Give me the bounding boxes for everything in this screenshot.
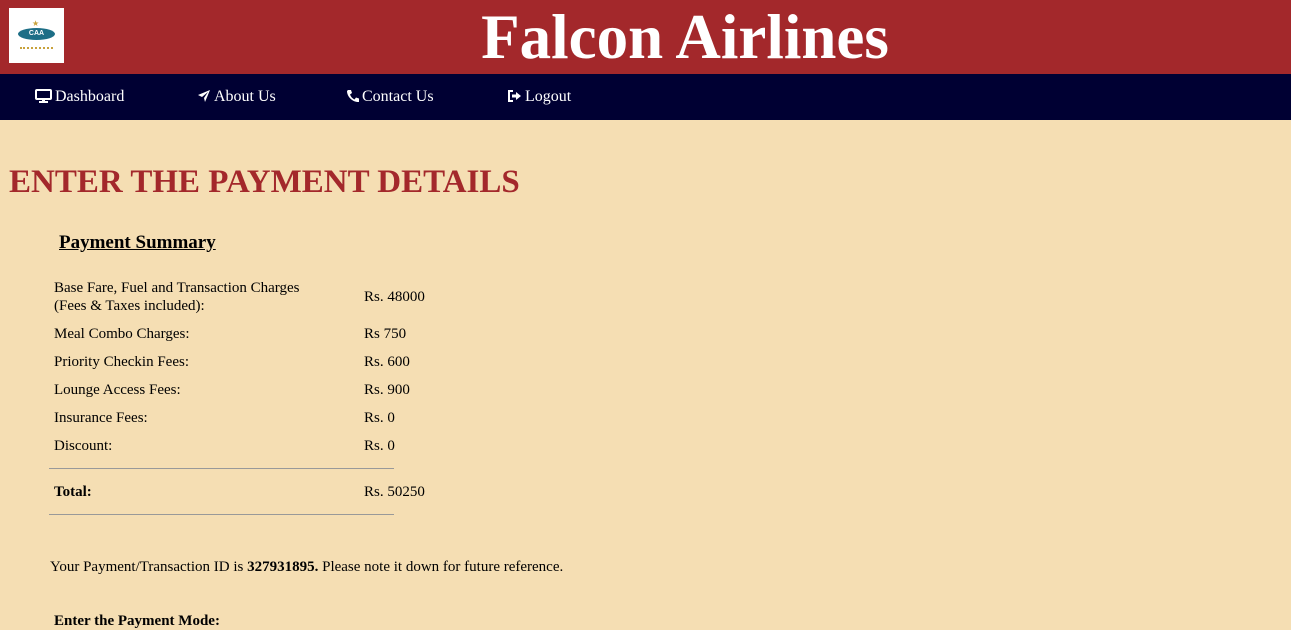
monitor-icon: [35, 89, 52, 103]
lounge-access-value: Rs. 900: [364, 382, 410, 398]
priority-checkin-label: Priority Checkin Fees:: [54, 354, 189, 370]
divider: [49, 514, 394, 515]
divider: [49, 468, 394, 469]
meal-combo-value: Rs 750: [364, 326, 407, 342]
base-fare-value: Rs. 48000: [364, 289, 425, 305]
nav-contact-us-label: Contact Us: [362, 88, 434, 105]
nav-about-us-label: About Us: [214, 88, 276, 105]
nav-logout[interactable]: Logout: [507, 74, 571, 120]
nav-logout-label: Logout: [525, 88, 572, 105]
site-title: Falcon Airlines: [481, 2, 889, 72]
base-fare-label-line2: (Fees & Taxes included):: [54, 298, 205, 314]
nav-dashboard-label: Dashboard: [55, 88, 125, 105]
total-label: Total:: [54, 484, 92, 500]
transaction-id: 327931895.: [247, 559, 319, 575]
base-fare-label-line1: Base Fare, Fuel and Transaction Charges: [54, 280, 300, 296]
payment-summary-title: Payment Summary: [59, 232, 216, 253]
insurance-label: Insurance Fees:: [54, 410, 148, 426]
discount-value: Rs. 0: [364, 438, 395, 454]
plane-icon: [198, 90, 210, 102]
main-nav: Dashboard About Us Contact Us Logout: [0, 74, 1291, 120]
transaction-suffix: Please note it down for future reference…: [322, 559, 564, 575]
transaction-prefix: Your Payment/Transaction ID is: [50, 559, 244, 575]
discount-label: Discount:: [54, 438, 113, 454]
sign-out-icon: [508, 90, 521, 102]
nav-dashboard[interactable]: Dashboard: [35, 74, 124, 120]
page-title: ENTER THE PAYMENT DETAILS: [9, 164, 520, 200]
payment-mode-label: Enter the Payment Mode:: [54, 613, 220, 629]
transaction-message: Your Payment/Transaction ID is 327931895…: [50, 558, 563, 576]
total-value: Rs. 50250: [364, 484, 425, 500]
priority-checkin-value: Rs. 600: [364, 354, 410, 370]
lounge-access-label: Lounge Access Fees:: [54, 382, 181, 398]
nav-about-us[interactable]: About Us: [197, 74, 276, 120]
meal-combo-label: Meal Combo Charges:: [54, 326, 190, 342]
site-header: ★ CAA Falcon Airlines: [0, 0, 1291, 74]
nav-contact-us[interactable]: Contact Us: [346, 74, 434, 120]
base-fare-label: Base Fare, Fuel and Transaction Charges …: [54, 279, 354, 315]
phone-icon: [347, 90, 359, 103]
insurance-value: Rs. 0: [364, 410, 395, 426]
